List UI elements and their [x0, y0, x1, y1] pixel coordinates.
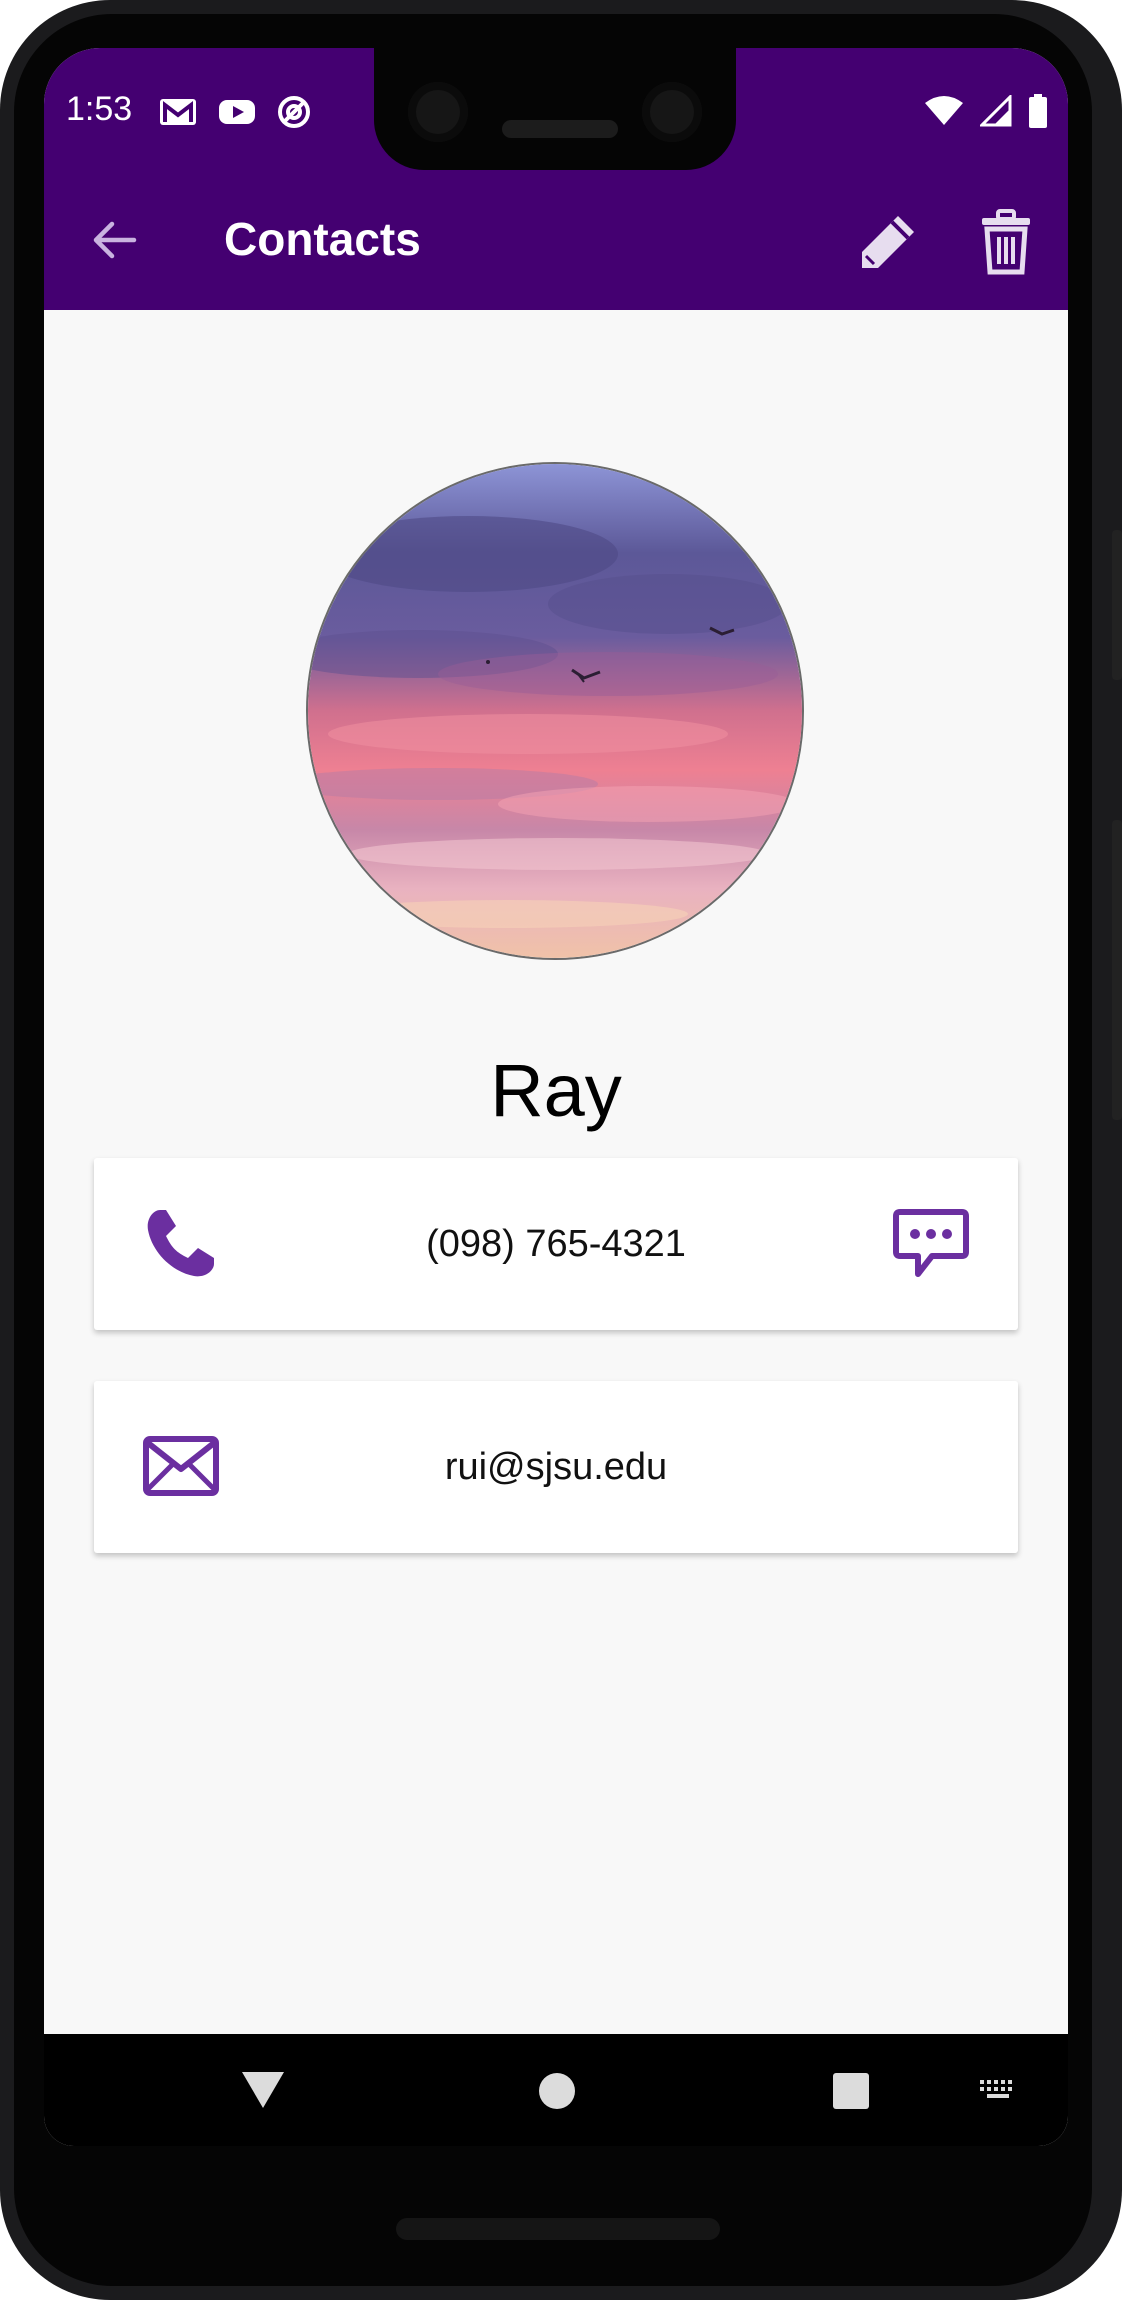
- status-bar: 1:53: [44, 48, 1068, 170]
- signal-icon: [980, 95, 1012, 127]
- chat-icon: [893, 1209, 969, 1277]
- bottom-speaker-grille: [396, 2218, 720, 2240]
- earpiece-speaker: [502, 120, 618, 138]
- mail-icon: [143, 1436, 219, 1496]
- edit-icon: [862, 216, 914, 268]
- email-address[interactable]: rui@sjsu.edu: [94, 1381, 1018, 1553]
- nav-recents-button[interactable]: [832, 2072, 870, 2110]
- wifi-icon: [925, 96, 963, 125]
- back-triangle-icon: [242, 2072, 284, 2108]
- email-button[interactable]: [142, 1435, 220, 1497]
- message-button[interactable]: [892, 1206, 970, 1284]
- gmail-icon: [160, 99, 196, 125]
- phone-card[interactable]: (098) 765-4321: [94, 1158, 1018, 1330]
- nav-back-button[interactable]: [240, 2070, 286, 2110]
- page-title: Contacts: [224, 213, 421, 265]
- app-bar: Contacts: [44, 170, 1068, 310]
- youtube-icon: [219, 100, 255, 124]
- system-icons: [924, 94, 1048, 128]
- screen: 1:53 Contacts Ray (098) 765-4321 rui@sjs…: [44, 48, 1068, 2146]
- contact-photo: [306, 462, 804, 960]
- status-time: 1:53: [66, 90, 133, 128]
- data-saver-icon: [278, 96, 310, 128]
- notification-icons: [158, 94, 312, 130]
- front-camera-right: [642, 82, 702, 142]
- phone-frame: 1:53 Contacts Ray (098) 765-4321 rui@sjs…: [0, 0, 1122, 2300]
- navigation-bar: [44, 2034, 1068, 2146]
- home-circle-icon: [539, 2073, 575, 2109]
- arrow-back-icon: [93, 221, 137, 259]
- contact-name: Ray: [490, 1049, 622, 1132]
- trash-icon: [982, 209, 1030, 275]
- camera-notch: [374, 48, 736, 170]
- email-card[interactable]: rui@sjsu.edu: [94, 1381, 1018, 1553]
- battery-icon: [1029, 94, 1047, 128]
- volume-button: [1112, 820, 1122, 1120]
- nav-keyboard-button[interactable]: [978, 2078, 1018, 2102]
- call-button[interactable]: [142, 1206, 218, 1282]
- sunset-sky-image: [308, 464, 802, 958]
- power-button: [1112, 530, 1122, 680]
- keyboard-icon: [980, 2080, 1012, 2098]
- delete-button[interactable]: [978, 208, 1034, 276]
- back-button[interactable]: [88, 214, 140, 266]
- recents-square-icon: [833, 2073, 869, 2109]
- phone-icon: [147, 1210, 214, 1277]
- phone-number[interactable]: (098) 765-4321: [94, 1158, 1018, 1330]
- front-camera-left: [408, 82, 468, 142]
- nav-home-button[interactable]: [538, 2072, 576, 2110]
- edit-button[interactable]: [854, 212, 918, 276]
